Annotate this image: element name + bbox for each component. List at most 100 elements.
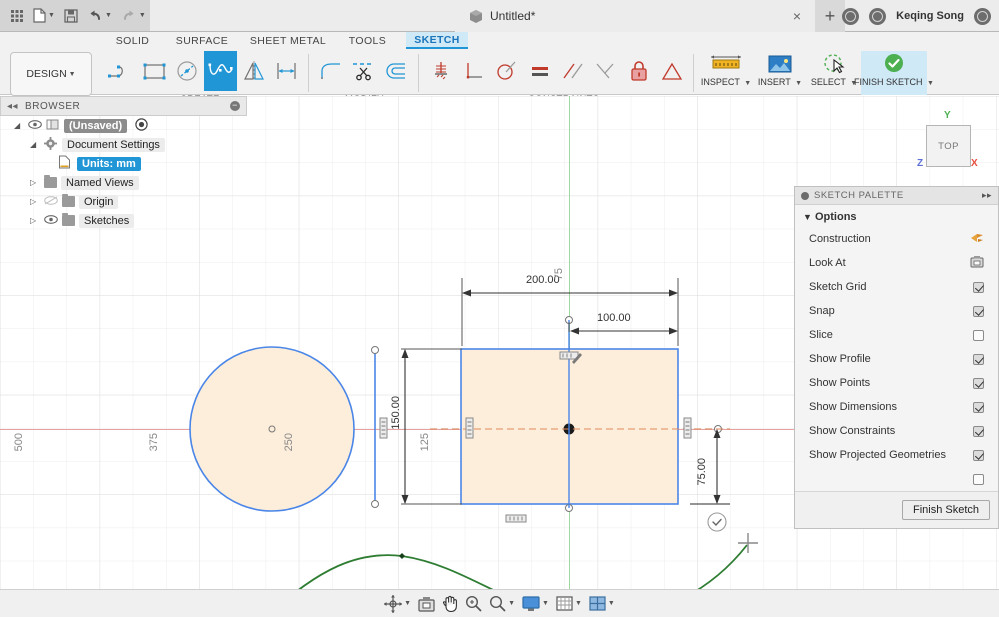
new-tab-button[interactable]: + xyxy=(815,0,845,32)
tree-row-named-views[interactable]: ▷ Named Views xyxy=(0,173,247,192)
perpendicular-icon[interactable] xyxy=(457,51,490,91)
tree-label-origin[interactable]: Origin xyxy=(79,195,118,209)
tree-row-sketches[interactable]: ▷ Sketches xyxy=(0,211,247,230)
minimize-icon[interactable]: − xyxy=(230,101,240,111)
fix-icon[interactable] xyxy=(424,51,457,91)
save-icon[interactable] xyxy=(60,3,82,29)
palette-option-look-at[interactable]: Look At xyxy=(795,251,998,275)
design-workspace-button[interactable]: DESIGN▼ xyxy=(10,52,92,96)
palette-option-show-points[interactable]: Show Points xyxy=(795,371,998,395)
redo-icon[interactable]: ▼ xyxy=(117,3,150,29)
display-settings-icon[interactable]: ▼ xyxy=(520,594,551,614)
palette-option-obscured[interactable]: Select first point to close xyxy=(795,467,998,491)
rectangle-icon[interactable] xyxy=(138,51,171,91)
fillet-icon[interactable] xyxy=(314,51,347,91)
apps-grid-icon[interactable] xyxy=(6,3,28,29)
palette-option-snap[interactable]: Snap xyxy=(795,299,998,323)
palette-option-show-profile[interactable]: Show Profile xyxy=(795,347,998,371)
palette-option-slice[interactable]: Slice xyxy=(795,323,998,347)
palette-option-construction[interactable]: Construction xyxy=(795,227,998,251)
activate-radio-icon[interactable] xyxy=(135,118,148,134)
redo-caret[interactable]: ▼ xyxy=(139,12,146,19)
tab-tools[interactable]: TOOLS xyxy=(340,32,395,49)
palette-option-sketch-grid[interactable]: Sketch Grid xyxy=(795,275,998,299)
view-cube-face[interactable]: TOP xyxy=(926,125,971,167)
undo-caret[interactable]: ▼ xyxy=(105,12,112,19)
dimension-75[interactable]: 75.00 xyxy=(696,458,708,486)
dimension-100[interactable]: 100.00 xyxy=(597,312,631,324)
username-label[interactable]: Keqing Song xyxy=(896,10,964,22)
line-icon[interactable] xyxy=(105,51,138,91)
tree-label-units[interactable]: Units: mm xyxy=(77,157,141,171)
viewports-caret[interactable]: ▼ xyxy=(608,600,615,607)
new-file-icon[interactable]: ▼ xyxy=(29,3,59,29)
notifications-icon[interactable] xyxy=(842,8,859,25)
inspect-button[interactable]: INSPECT ▼ xyxy=(699,51,753,95)
view-cube[interactable]: TOP Y X Z xyxy=(909,108,981,176)
symmetry-icon[interactable] xyxy=(655,51,688,91)
dimension-icon[interactable] xyxy=(270,51,303,91)
tree-row-unsaved[interactable]: ◢ (Unsaved) xyxy=(0,116,247,135)
eye-icon[interactable] xyxy=(44,215,58,227)
dimension-150[interactable]: 150.00 xyxy=(390,396,402,430)
palette-option-show-dimensions[interactable]: Show Dimensions xyxy=(795,395,998,419)
equal-icon[interactable] xyxy=(523,51,556,91)
tree-label-document-settings[interactable]: Document Settings xyxy=(62,138,165,152)
trim-icon[interactable] xyxy=(347,51,380,91)
expand-triangle-icon[interactable]: ▷ xyxy=(30,178,40,187)
eye-hidden-icon[interactable] xyxy=(44,196,58,208)
fit-icon[interactable]: ▼ xyxy=(487,593,517,614)
tree-row-units[interactable]: Units: mm xyxy=(0,154,247,173)
sketch-grid-checkbox[interactable] xyxy=(973,282,984,293)
grid-caret[interactable]: ▼ xyxy=(575,600,582,607)
palette-expand-icon[interactable]: ▸▸ xyxy=(982,190,992,201)
show-dimensions-checkbox[interactable] xyxy=(973,402,984,413)
expand-triangle-icon[interactable]: ▷ xyxy=(30,197,40,206)
obscured-checkbox[interactable] xyxy=(973,474,984,485)
new-file-caret[interactable]: ▼ xyxy=(48,12,55,19)
mirror-icon[interactable] xyxy=(237,51,270,91)
look-at-icon[interactable] xyxy=(970,255,984,271)
slice-checkbox[interactable] xyxy=(973,330,984,341)
help-icon[interactable] xyxy=(974,8,991,25)
expand-triangle-icon[interactable]: ◢ xyxy=(30,140,40,149)
orbit-caret[interactable]: ▼ xyxy=(404,600,411,607)
tangent-icon[interactable] xyxy=(490,51,523,91)
tab-surface[interactable]: SURFACE xyxy=(168,32,236,49)
expand-triangle-icon[interactable]: ▷ xyxy=(30,216,40,225)
show-points-checkbox[interactable] xyxy=(973,378,984,389)
expand-triangle-icon[interactable]: ◢ xyxy=(14,121,24,130)
spline-icon[interactable] xyxy=(204,51,237,91)
viewports-icon[interactable]: ▼ xyxy=(587,594,617,614)
zoom-icon[interactable] xyxy=(463,593,484,614)
close-icon[interactable]: × xyxy=(787,8,807,24)
parallel-icon[interactable] xyxy=(556,51,589,91)
insert-button[interactable]: INSERT ▼ xyxy=(753,51,807,95)
palette-option-show-projected-geometries[interactable]: Show Projected Geometries xyxy=(795,443,998,467)
construction-icon[interactable] xyxy=(970,232,984,247)
tab-solid[interactable]: SOLID xyxy=(105,32,160,49)
collapse-icon[interactable]: ◂◂ xyxy=(7,101,18,112)
circle-icon[interactable] xyxy=(171,51,204,91)
snap-checkbox[interactable] xyxy=(973,306,984,317)
eye-icon[interactable] xyxy=(28,120,42,132)
undo-icon[interactable]: ▼ xyxy=(83,3,116,29)
select-button[interactable]: SELECT ▼ xyxy=(807,51,861,95)
tree-row-origin[interactable]: ▷ Origin xyxy=(0,192,247,211)
pan-icon[interactable] xyxy=(440,593,460,614)
sketch-canvas[interactable]: 200.00 100.00 150.00 75.00 500 375 250 1… xyxy=(0,96,999,617)
offset-icon[interactable] xyxy=(380,51,413,91)
finish-sketch-palette-button[interactable]: Finish Sketch xyxy=(902,500,990,520)
document-tab[interactable]: Untitled* × xyxy=(455,0,815,32)
tree-label-sketches[interactable]: Sketches xyxy=(79,214,134,228)
display-caret[interactable]: ▼ xyxy=(542,600,549,607)
show-projected-geometries-checkbox[interactable] xyxy=(973,450,984,461)
tree-label-unsaved[interactable]: (Unsaved) xyxy=(64,119,127,133)
fit-caret[interactable]: ▼ xyxy=(508,600,515,607)
history-clock-icon[interactable] xyxy=(869,8,886,25)
angle-icon[interactable] xyxy=(589,51,622,91)
finish-sketch-button[interactable]: FINISH SKETCH ▼ xyxy=(861,51,927,95)
tree-label-named-views[interactable]: Named Views xyxy=(61,176,139,190)
look-at-icon[interactable] xyxy=(416,594,437,614)
show-profile-checkbox[interactable] xyxy=(973,354,984,365)
